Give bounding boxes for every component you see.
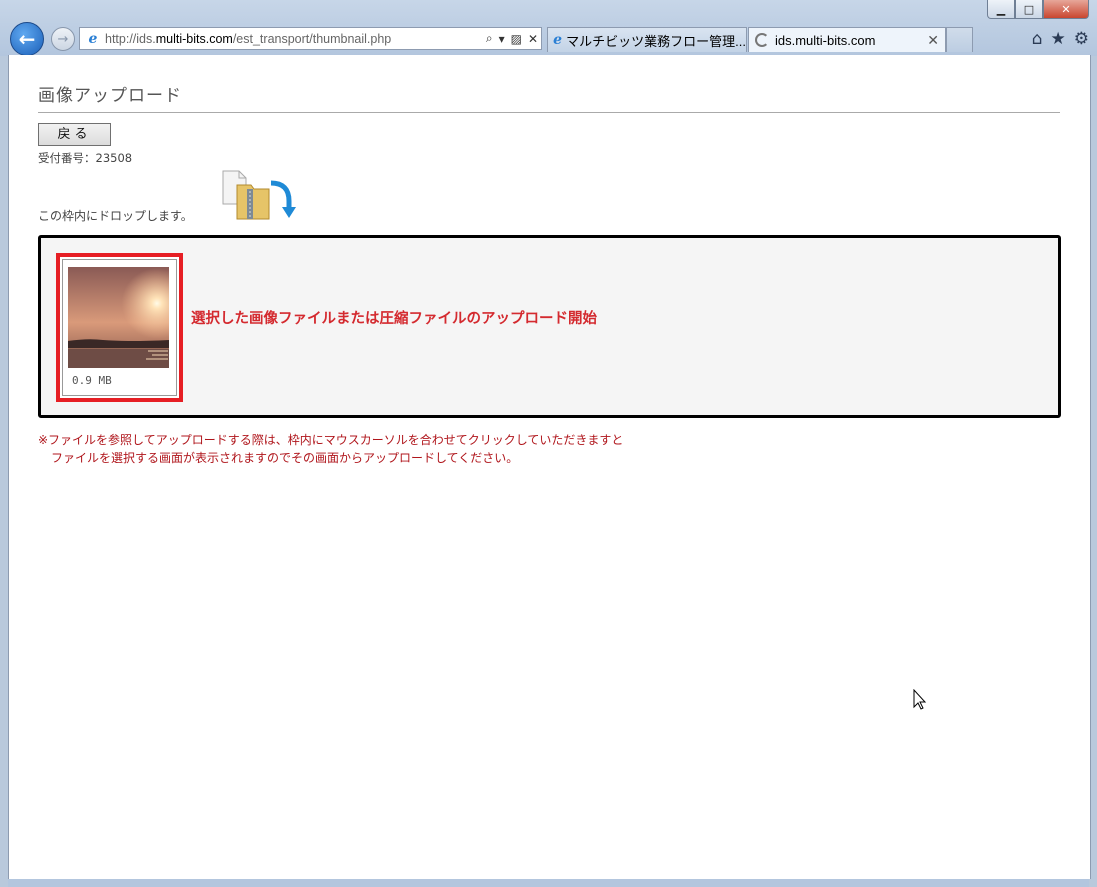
page-title: 画像アップロード: [38, 81, 1060, 113]
maximize-button[interactable]: □: [1015, 0, 1043, 19]
page-content: 画像アップロード 戻る 受付番号：23508 この枠内にドロップします。 0.9…: [8, 55, 1091, 879]
address-url[interactable]: http://ids.multi-bits.com/est_transport/…: [105, 32, 483, 46]
close-window-button[interactable]: ✕: [1043, 0, 1089, 19]
tab-workflow[interactable]: e マルチビッツ業務フロー管理...: [547, 27, 747, 52]
search-icon[interactable]: ⌕: [486, 31, 493, 46]
file-drop-icon: [222, 170, 296, 220]
thumbnail-card[interactable]: 0.9 MB: [56, 253, 183, 402]
address-bar[interactable]: e http://ids.multi-bits.com/est_transpor…: [79, 27, 542, 50]
compatibility-view-icon[interactable]: ▨: [511, 32, 522, 46]
settings-icon[interactable]: ⚙: [1074, 29, 1089, 49]
thumbnail-inner-frame: 0.9 MB: [62, 259, 177, 396]
window-caption-buttons: ▁ □ ✕: [987, 0, 1089, 19]
ie-page-icon: e: [88, 30, 98, 47]
browser-chrome: ▁ □ ✕ ← → e http://ids.multi-bits.com/es…: [0, 0, 1097, 56]
back-arrow-icon[interactable]: ←: [10, 22, 44, 56]
loading-icon: [755, 33, 769, 47]
new-tab-button[interactable]: [946, 27, 973, 52]
upload-start-message: 選択した画像ファイルまたは圧縮ファイルのアップロード開始: [191, 311, 597, 327]
tab-label: ids.multi-bits.com: [775, 32, 876, 48]
sunset-thumbnail-image: [68, 267, 169, 368]
drop-hint-text: この枠内にドロップします。: [38, 209, 193, 223]
tab-close-icon[interactable]: ✕: [927, 32, 939, 49]
stop-icon[interactable]: ✕: [528, 32, 538, 46]
tab-label: マルチビッツ業務フロー管理...: [566, 33, 746, 49]
window-bottom-edge: [8, 879, 1089, 887]
receipt-number: 受付番号：23508: [38, 151, 133, 165]
note-line: ※ファイルを参照してアップロードする際は、枠内にマウスカーソルを合わせてクリック…: [38, 433, 624, 447]
note-line: ファイルを選択する画面が表示されますのでその画面からアップロードしてください。: [51, 451, 519, 465]
tab-ids[interactable]: ids.multi-bits.com ✕: [748, 27, 946, 52]
ie-tab-icon: e: [553, 32, 563, 48]
upload-note: ※ファイルを参照してアップロードする際は、枠内にマウスカーソルを合わせてクリック…: [38, 431, 623, 467]
favorites-icon[interactable]: ★: [1051, 29, 1066, 49]
mouse-cursor-icon: [913, 689, 927, 710]
browser-tools: ⌂ ★ ⚙: [1032, 29, 1089, 49]
home-icon[interactable]: ⌂: [1032, 29, 1043, 49]
dropdown-icon[interactable]: ▾: [499, 32, 505, 46]
forward-arrow-icon[interactable]: →: [51, 27, 75, 51]
drop-zone[interactable]: 0.9 MB 選択した画像ファイルまたは圧縮ファイルのアップロード開始: [38, 235, 1061, 418]
thumbnail-size: 0.9 MB: [72, 374, 112, 387]
minimize-button[interactable]: ▁: [987, 0, 1015, 19]
back-button[interactable]: 戻る: [38, 123, 111, 146]
